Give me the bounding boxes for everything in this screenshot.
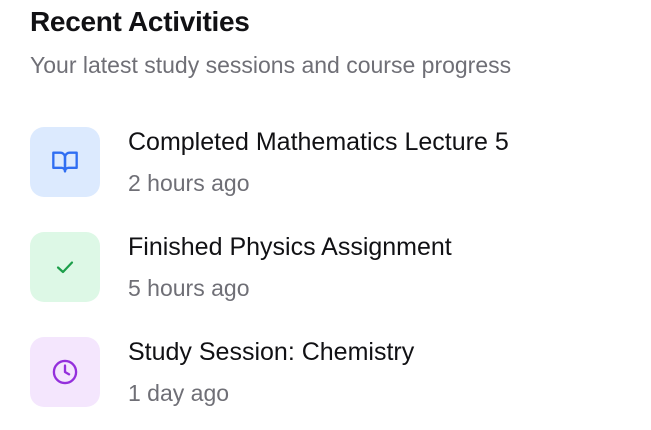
check-icon [56, 261, 74, 274]
activity-icon-box [30, 232, 100, 302]
activity-item[interactable]: Completed Mathematics Lecture 5 2 hours … [30, 126, 620, 198]
activity-icon-box [30, 127, 100, 197]
activity-time: 1 day ago [128, 380, 230, 406]
recent-activities-card: Recent Activities Your latest study sess… [0, 0, 651, 430]
activity-title: Study Session: Chemistry [128, 338, 415, 366]
activity-item[interactable]: Finished Physics Assignment 5 hours ago [30, 231, 620, 303]
activity-text: Study Session: Chemistry 1 day ago [128, 336, 620, 408]
activity-title: Completed Mathematics Lecture 5 [128, 128, 509, 156]
activity-text: Completed Mathematics Lecture 5 2 hours … [128, 126, 620, 198]
activity-time: 2 hours ago [128, 170, 250, 196]
activity-title: Finished Physics Assignment [128, 233, 452, 261]
activity-item[interactable]: Study Session: Chemistry 1 day ago [30, 336, 620, 408]
activity-text: Finished Physics Assignment 5 hours ago [128, 231, 620, 303]
section-subtitle: Your latest study sessions and course pr… [30, 52, 512, 78]
clock-icon [52, 359, 78, 385]
book-icon [52, 151, 78, 173]
activity-icon-box [30, 337, 100, 407]
activity-time: 5 hours ago [128, 275, 250, 301]
section-title: Recent Activities [30, 6, 250, 37]
